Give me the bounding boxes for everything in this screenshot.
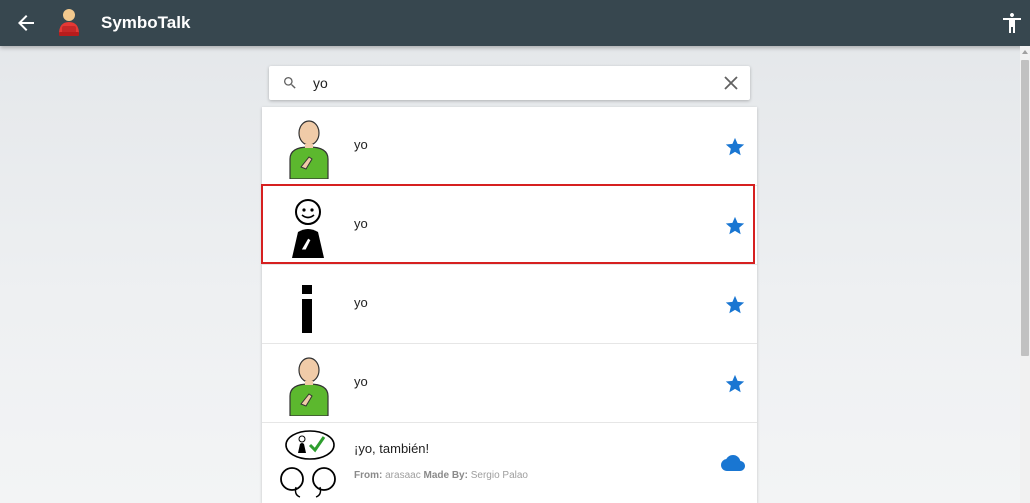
search-box <box>269 66 750 100</box>
list-item[interactable]: ¡yo, también! From: arasaac Made By: Ser… <box>262 423 757 503</box>
result-label: yo <box>354 137 368 152</box>
person-pointing-self-pictogram <box>289 120 329 179</box>
scroll-up-arrow-icon[interactable] <box>1021 48 1029 56</box>
result-meta: From: arasaac Made By: Sergio Palao <box>354 470 528 481</box>
star-icon[interactable] <box>724 294 746 316</box>
me-too-conversation-pictogram <box>280 430 336 498</box>
letter-i-pictogram <box>302 285 312 333</box>
person-pointing-self-pictogram <box>289 357 329 416</box>
star-icon[interactable] <box>724 373 746 395</box>
back-arrow-icon[interactable] <box>14 11 38 35</box>
results-list: yo yo yo yo ¡yo, también! From: arasaac … <box>262 107 757 503</box>
page-scrollbar[interactable] <box>1020 46 1030 503</box>
result-label: yo <box>354 295 368 310</box>
from-label: From: <box>354 470 383 481</box>
stick-figure-pointing-self-pictogram <box>292 199 324 258</box>
made-by-value: Sergio Palao <box>470 470 528 481</box>
star-icon[interactable] <box>724 136 746 158</box>
close-icon[interactable] <box>724 76 738 90</box>
star-icon[interactable] <box>724 215 746 237</box>
scrollbar-thumb[interactable] <box>1021 60 1029 356</box>
from-value: arasaac <box>385 470 421 481</box>
result-label: ¡yo, también! <box>354 441 430 456</box>
list-item[interactable]: yo <box>262 265 757 344</box>
app-logo-icon <box>59 9 79 36</box>
result-label: yo <box>354 374 368 389</box>
accessibility-icon[interactable] <box>1000 11 1024 35</box>
made-by-label: Made By: <box>423 470 468 481</box>
app-title: SymboTalk <box>101 13 191 32</box>
result-label: yo <box>354 216 368 231</box>
search-icon <box>284 77 296 89</box>
list-item[interactable]: yo <box>262 107 757 186</box>
list-item[interactable]: yo <box>262 186 757 265</box>
search-input[interactable] <box>313 72 703 94</box>
cloud-icon[interactable] <box>721 451 745 475</box>
app-bar: SymboTalk <box>0 0 1030 46</box>
list-item[interactable]: yo <box>262 344 757 423</box>
